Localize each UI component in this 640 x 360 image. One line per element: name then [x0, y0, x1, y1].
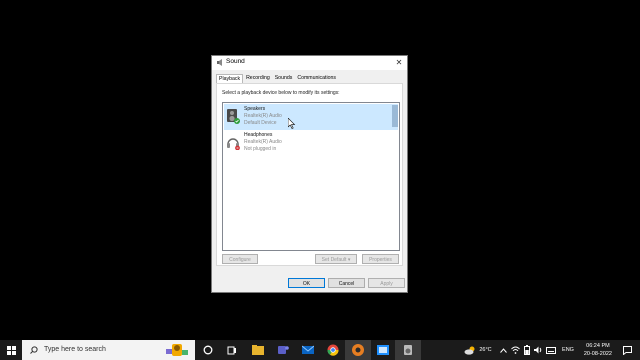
device-name: Headphones: [244, 132, 273, 138]
device-driver: Realtek(R) Audio: [244, 139, 282, 145]
clock-time: 06:24 PM: [586, 343, 610, 349]
keyboard-icon[interactable]: [546, 340, 556, 360]
cancel-button[interactable]: Cancel: [328, 278, 365, 288]
search-icon: [30, 346, 38, 354]
windows-logo-icon: [6, 345, 16, 355]
sound-app-icon[interactable]: [395, 340, 421, 360]
title-bar[interactable]: Sound ✕: [212, 56, 407, 70]
weather-widget[interactable]: 26°C: [460, 340, 496, 360]
device-status: Not plugged in: [244, 146, 277, 152]
ok-button[interactable]: OK: [288, 278, 325, 288]
search-box[interactable]: Type here to search: [22, 340, 195, 360]
chrome-icon[interactable]: [320, 340, 346, 360]
wifi-icon[interactable]: [510, 340, 520, 360]
playback-panel: Select a playback device below to modify…: [216, 83, 403, 266]
chevron-down-icon[interactable]: ▾: [348, 257, 351, 263]
search-placeholder: Type here to search: [44, 346, 106, 353]
mail-icon[interactable]: [295, 340, 321, 360]
headphones-text: Headphones Realtek(R) Audio Not plugged …: [244, 132, 282, 153]
dialog-title: Sound: [226, 58, 245, 65]
mouse-cursor-icon: [288, 118, 296, 129]
clock-date: 20-08-2022: [583, 351, 612, 357]
device-name: Speakers: [244, 106, 266, 112]
scrollbar-thumb[interactable]: [392, 105, 398, 127]
taskbar: Type here to search 26°C ENG 06:24 PM 20…: [0, 340, 640, 360]
settings-app-icon[interactable]: [370, 340, 396, 360]
chevron-up-icon[interactable]: [498, 340, 508, 360]
close-button[interactable]: ✕: [391, 56, 407, 70]
teams-icon[interactable]: [270, 340, 296, 360]
device-list[interactable]: Speakers Realtek(R) Audio Default Device…: [222, 102, 400, 251]
device-driver: Realtek(R) Audio: [244, 113, 282, 119]
language-indicator[interactable]: ENG: [558, 340, 578, 360]
battery-icon[interactable]: [522, 340, 532, 360]
apply-button[interactable]: Apply: [368, 278, 405, 288]
configure-button[interactable]: Configure: [222, 254, 258, 264]
weather-temperature: 26°C: [479, 347, 492, 353]
language-text: ENG: [562, 347, 574, 353]
set-default-label: Set Default: [321, 257, 347, 263]
properties-button[interactable]: Properties: [362, 254, 399, 264]
device-status: Default Device: [244, 120, 277, 126]
instruction-text: Select a playback device below to modify…: [222, 90, 340, 96]
cortana-icon[interactable]: [195, 340, 221, 360]
device-item-headphones[interactable]: Headphones Realtek(R) Audio Not plugged …: [224, 130, 398, 156]
file-explorer-icon[interactable]: [245, 340, 271, 360]
sound-dialog: Sound ✕ Playback Recording Sounds Commun…: [211, 55, 408, 293]
set-default-button[interactable]: Set Default ▾: [315, 254, 357, 264]
clock[interactable]: 06:24 PM 20-08-2022: [584, 342, 612, 358]
headphones-device-icon: [227, 138, 240, 150]
speakers-text: Speakers Realtek(R) Audio Default Device: [244, 106, 282, 127]
volume-icon[interactable]: [534, 340, 544, 360]
start-button[interactable]: [0, 340, 22, 360]
notification-icon[interactable]: [620, 340, 634, 360]
search-highlight-icon[interactable]: [164, 341, 190, 359]
device-item-speakers[interactable]: Speakers Realtek(R) Audio Default Device: [224, 104, 398, 130]
media-app-icon[interactable]: [345, 340, 371, 360]
cloud-sun-icon: [464, 346, 475, 355]
speaker-icon: [217, 59, 222, 66]
speakers-device-icon: [227, 109, 240, 124]
task-view-icon[interactable]: [219, 340, 245, 360]
